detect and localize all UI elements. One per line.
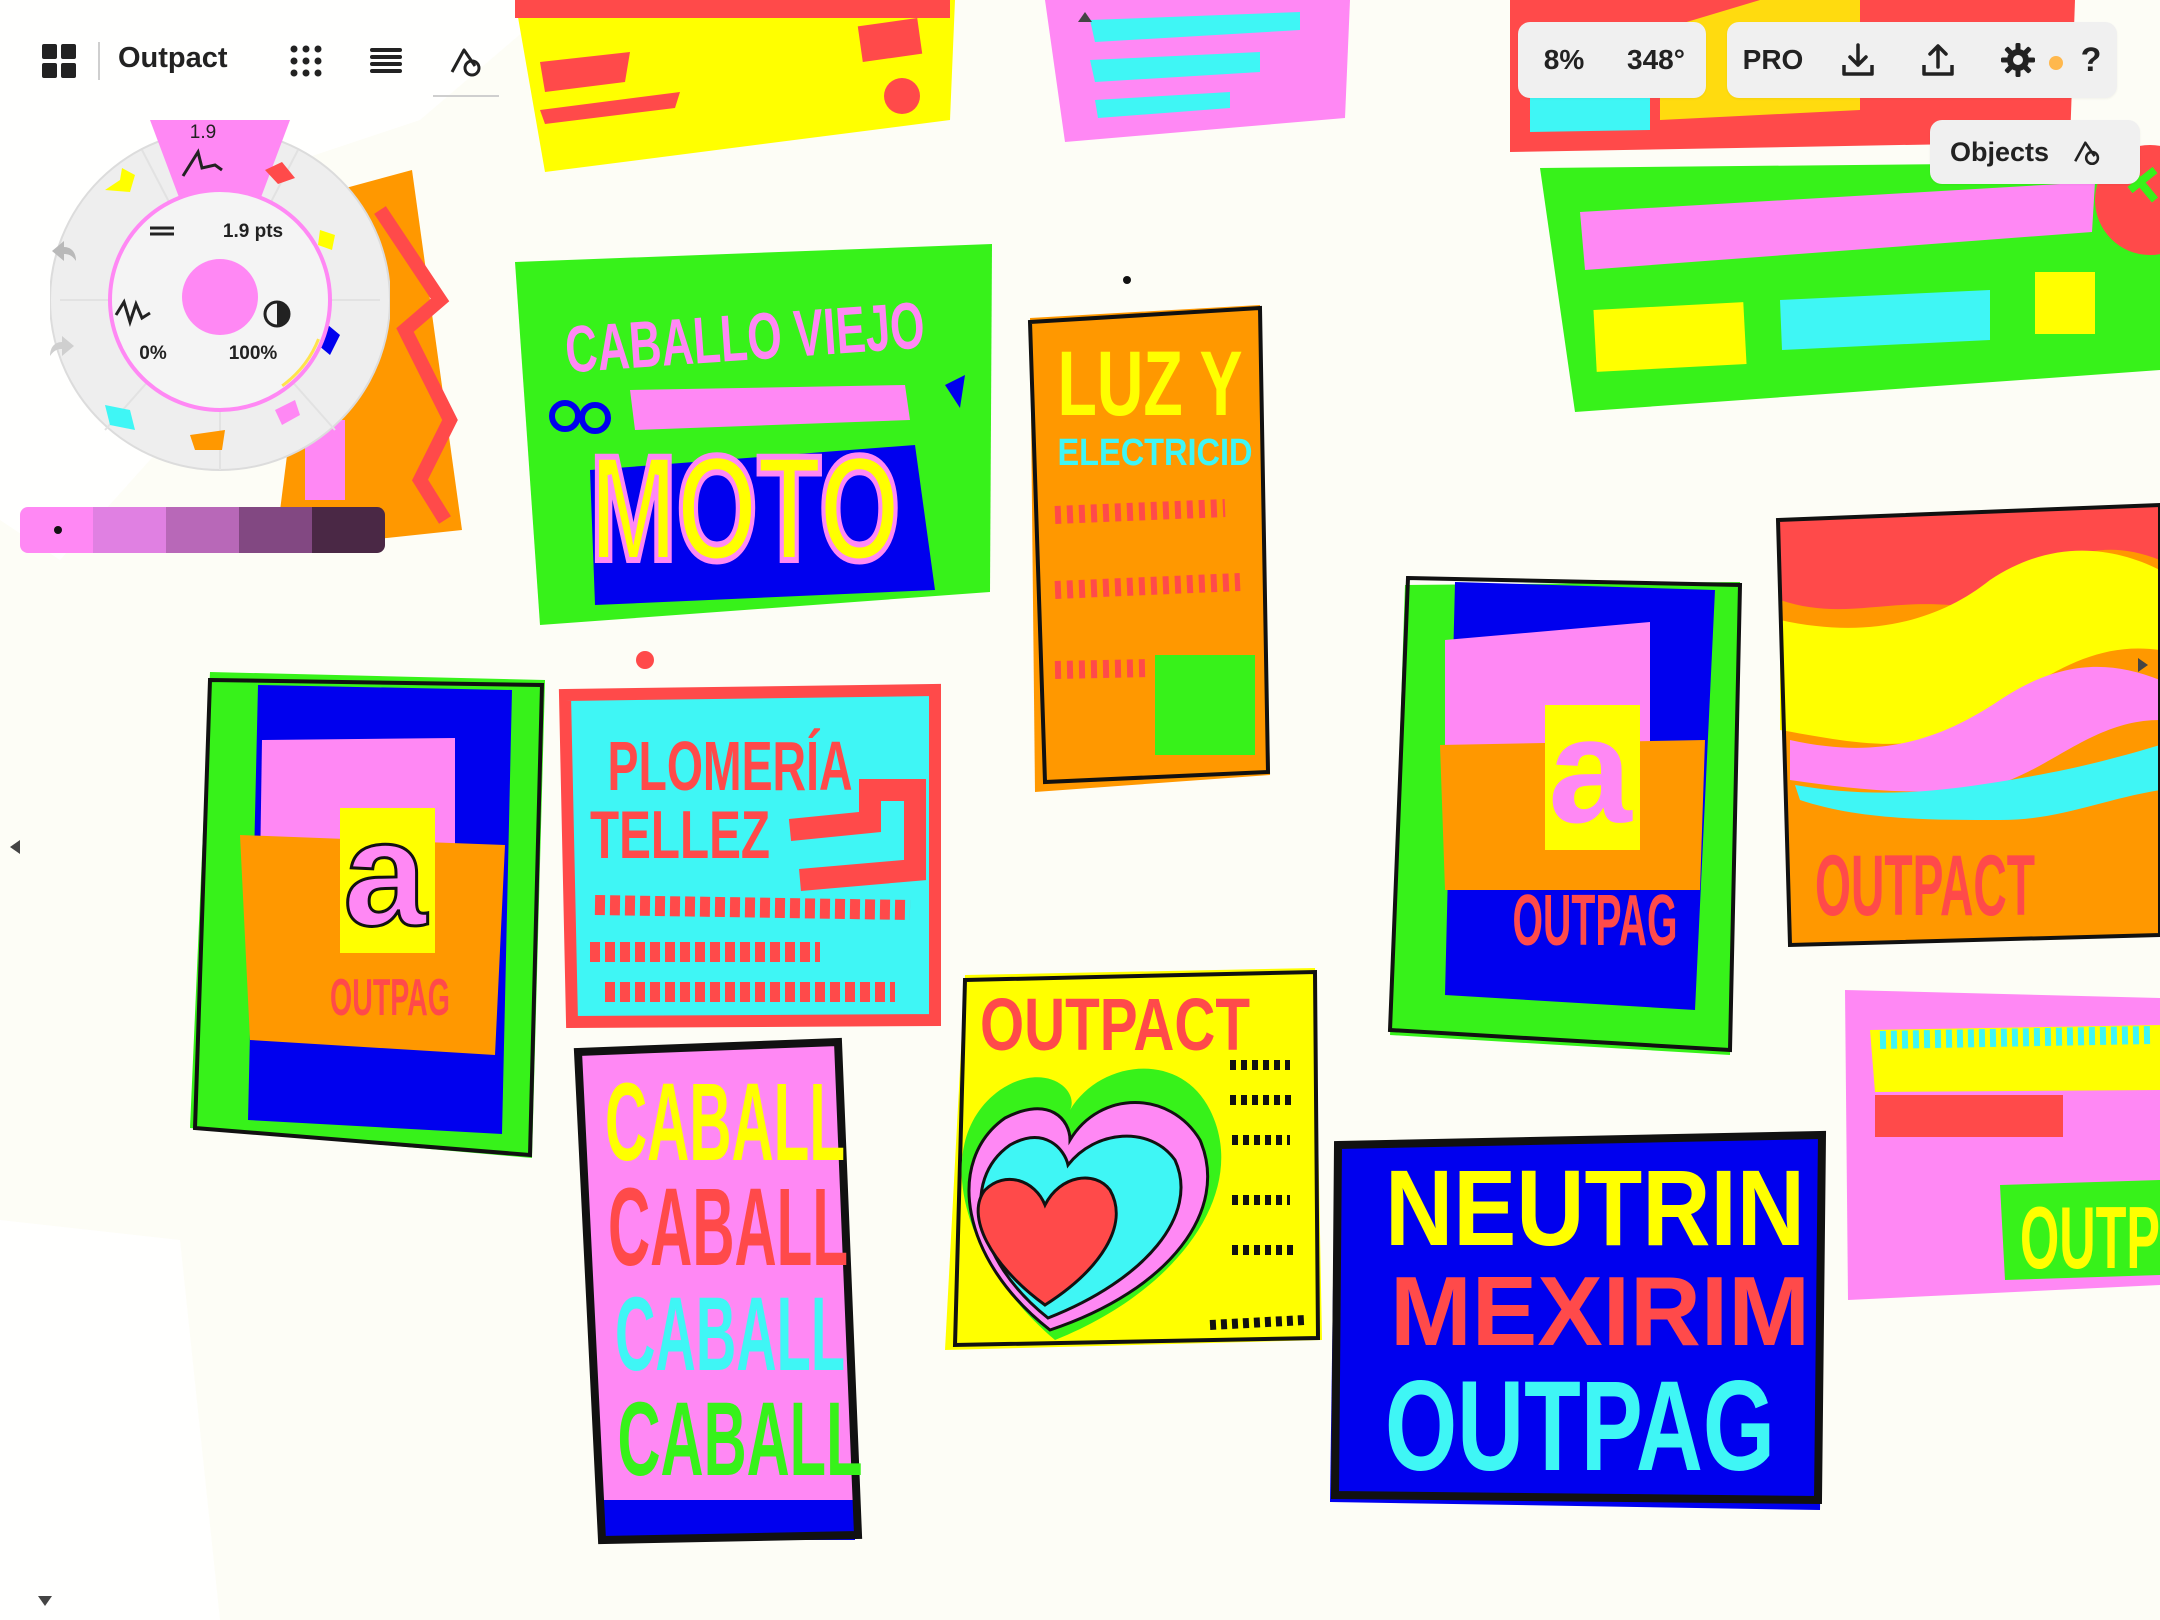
- palette-swatch[interactable]: [93, 507, 166, 553]
- redo-button[interactable]: [46, 330, 80, 364]
- scroll-down-indicator[interactable]: [36, 1594, 54, 1608]
- poster-right-pink[interactable]: OUTP: [1845, 990, 2160, 1300]
- import-button[interactable]: [1827, 29, 1889, 91]
- poster-outpag-left-text: OUTPAG: [330, 969, 450, 1027]
- poster-outpact-heart[interactable]: OUTPACT: [945, 968, 1322, 1350]
- document-title[interactable]: Outpact: [118, 42, 228, 75]
- brush-size-top: 1.9: [190, 122, 216, 143]
- grid-dots-icon: [290, 45, 322, 77]
- palette-swatch[interactable]: [166, 507, 239, 553]
- poster-plomeria-title: PLOMERÍA: [608, 727, 853, 805]
- color-palette[interactable]: [20, 507, 385, 553]
- objects-label: Objects: [1950, 136, 2050, 167]
- palette-swatch-selected[interactable]: [20, 507, 93, 553]
- poster-electricidad-text: ELECTRICID: [1058, 432, 1253, 474]
- scroll-up-indicator[interactable]: [1076, 10, 1094, 24]
- poster-moto-text: MOTO: [590, 424, 900, 592]
- undo-icon: [52, 241, 76, 261]
- smoothing-value[interactable]: 0%: [139, 343, 167, 364]
- toolbar-divider: [98, 42, 100, 80]
- selected-dot-icon: [54, 526, 62, 534]
- poster-plomeria-tellez[interactable]: PLOMERÍA TELLEZ: [558, 651, 941, 1029]
- poster-outpact-wave[interactable]: OUTPACT: [1775, 502, 2160, 948]
- poster-mexirim-text: MEXIRIM: [1390, 1256, 1810, 1366]
- shape-tool-underline: [433, 95, 499, 97]
- shape-tool-icon: [450, 48, 481, 77]
- rotation-angle[interactable]: 348°: [1610, 22, 1702, 98]
- poster-caballo-viejo-moto[interactable]: CABALLO VIEJO MOTO: [515, 244, 992, 625]
- poster-neutrin[interactable]: NEUTRIN MEXIRIM OUTPAG: [1330, 1130, 1827, 1510]
- poster-a-letter-right: a: [1548, 686, 1633, 854]
- poster-right-green-banner[interactable]: [1540, 145, 2160, 412]
- scroll-left-indicator[interactable]: [8, 838, 22, 856]
- view-controls: 8% 348°: [1518, 22, 1706, 98]
- poster-neutrin-text: NEUTRIN: [1385, 1147, 1805, 1268]
- objects-button[interactable]: Objects: [1930, 120, 2140, 184]
- poster-caball-stack[interactable]: CABALL CABALL CABALL CABALL: [573, 1037, 863, 1545]
- scroll-right-indicator[interactable]: [2136, 656, 2150, 674]
- export-button[interactable]: [1907, 29, 1969, 91]
- gear-icon: [2001, 43, 2035, 77]
- layers-button[interactable]: [355, 30, 417, 92]
- poster-outpag-right-text: OUTPAG: [1513, 881, 1678, 961]
- layers-icon: [370, 48, 402, 73]
- pro-button[interactable]: PRO: [1727, 22, 1819, 98]
- poster-outpact-wave-text: OUTPACT: [1815, 838, 2035, 934]
- share-icon: [1922, 44, 1954, 76]
- poster-outpact-title: OUTPACT: [980, 983, 1250, 1066]
- palette-swatch[interactable]: [312, 507, 385, 553]
- poster-caball-4: CABALL: [618, 1381, 863, 1498]
- opacity-value[interactable]: 100%: [229, 343, 278, 364]
- poster-outp-text: OUTP: [2020, 1188, 2160, 1287]
- zoom-level[interactable]: 8%: [1518, 22, 1610, 98]
- poster-caball-3: CABALL: [615, 1276, 845, 1393]
- poster-caball-2: CABALL: [608, 1166, 848, 1289]
- poster-a-letter: a: [343, 789, 428, 957]
- current-color-swatch[interactable]: [182, 259, 258, 335]
- poster-top-yellow[interactable]: [515, 0, 955, 172]
- brush-wheel[interactable]: 1.9 1.9 pts 0% 100%: [50, 110, 390, 480]
- poster-luz-electricidad[interactable]: LUZ Y ELECTRICID: [1027, 276, 1271, 792]
- poster-outpag-blue-text: OUTPAG: [1385, 1355, 1775, 1498]
- gallery-grid-icon: [42, 44, 76, 78]
- poster-luz-text: LUZ Y: [1058, 333, 1243, 435]
- palette-swatch[interactable]: [239, 507, 312, 553]
- redo-icon: [50, 336, 74, 356]
- help-button[interactable]: ?: [2071, 22, 2111, 98]
- main-actions: PRO ?: [1727, 22, 2117, 98]
- undo-button[interactable]: [46, 235, 80, 269]
- objects-shape-icon: [2074, 141, 2100, 166]
- grid-dots-button[interactable]: [275, 30, 337, 92]
- poster-outpag-right[interactable]: a OUTPAG: [1387, 575, 1743, 1055]
- shape-tool-button[interactable]: [435, 30, 497, 92]
- download-icon: [1842, 43, 1874, 76]
- poster-tellez-title: TELLEZ: [590, 797, 770, 873]
- notification-dot: [2049, 56, 2063, 70]
- canvas-background-shape: [0, 1220, 220, 1620]
- settings-button[interactable]: [1987, 29, 2049, 91]
- poster-outpag-left[interactable]: a OUTPAG: [190, 672, 545, 1158]
- gallery-button[interactable]: [38, 40, 80, 82]
- brush-size-label[interactable]: 1.9 pts: [223, 221, 283, 242]
